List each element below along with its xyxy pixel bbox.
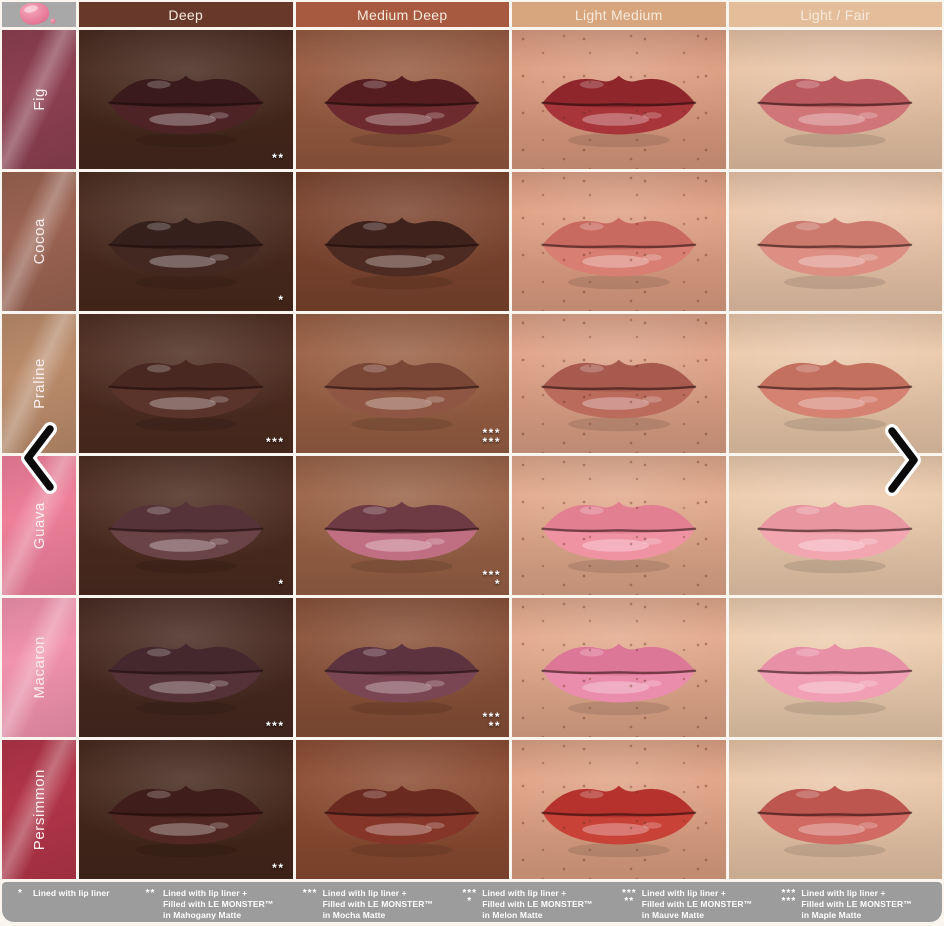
lips-illustration [310,186,494,297]
lips-illustration [743,186,927,297]
swatch-photo-persimmon-light-medium [512,740,726,879]
next-arrow-button[interactable] [878,423,926,497]
lips-illustration [94,470,278,581]
lips-illustration [310,44,494,155]
shade-match-board: DeepMedium DeepLight MediumLight / Fair F… [0,0,944,926]
footnote-text: Lined with lip liner +Filled with LE MON… [642,888,752,921]
footnote-stars: ***** [621,890,638,921]
swatch-photo-fig-medium-deep [296,30,510,169]
lips-illustration [94,328,278,439]
lips-illustration [527,186,711,297]
swatch-photo-fig-deep: ** [79,30,293,169]
liner-marks: *** [266,722,285,732]
liner-marks: *** [266,438,285,448]
row-label-text: Guava [31,502,48,549]
prev-arrow-button[interactable] [16,421,64,495]
lips-illustration [743,44,927,155]
chevron-left-icon [16,421,64,495]
liner-marks: * [278,580,284,590]
footnote-text: Lined with lip liner +Filled with LE MON… [323,888,433,921]
liner-marks: ****** [482,429,501,448]
footnote-stars: ** [142,890,159,921]
row-label-text: Cocoa [31,218,48,264]
swatch-photo-macaron-light-fair [729,598,943,737]
chevron-right-icon [878,423,926,497]
footnote-4: ****Lined with lip liner +Filled with LE… [461,888,609,921]
liner-marks: ** [272,154,284,164]
lips-illustration [94,186,278,297]
lips-illustration [94,754,278,865]
swatch-photo-praline-deep: *** [79,314,293,453]
column-header-light-medium: Light Medium [512,2,726,27]
footnote-stars: **** [461,890,478,921]
lips-illustration [527,470,711,581]
swatch-photo-macaron-light-medium [512,598,726,737]
lips-illustration [743,754,927,865]
lips-illustration [527,44,711,155]
swatch-photo-macaron-deep: *** [79,598,293,737]
row-label-text: Macaron [31,636,48,699]
lips-illustration [527,328,711,439]
footnote-stars: *** [302,890,319,921]
liner-marks: **** [482,571,501,590]
swatch-photo-cocoa-light-medium [512,172,726,311]
brand-logo-cell [2,2,76,27]
swatch-photo-fig-light-medium [512,30,726,169]
row-label-text: Persimmon [31,769,48,850]
row-label-macaron: Macaron [2,598,76,737]
swatch-photo-cocoa-light-fair [729,172,943,311]
lips-illustration [743,612,927,723]
lips-illustration [310,470,494,581]
footnote-1: * Lined with lip liner [12,888,130,899]
lips-illustration [527,754,711,865]
swatch-photo-praline-medium-deep: ****** [296,314,510,453]
row-label-text: Praline [31,358,48,409]
swatch-photo-cocoa-deep: * [79,172,293,311]
footnote-3: ***Lined with lip liner +Filled with LE … [302,888,450,921]
swatch-photo-macaron-medium-deep: ***** [296,598,510,737]
liner-marks: * [278,296,284,306]
swatch-photo-guava-medium-deep: **** [296,456,510,595]
lips-illustration [527,612,711,723]
lips-illustration [310,612,494,723]
lips-illustration [310,754,494,865]
swatch-photo-persimmon-medium-deep [296,740,510,879]
footnote-text: Lined with lip liner +Filled with LE MON… [163,888,273,921]
liner-marks: ** [272,864,284,874]
swatch-photo-fig-light-fair [729,30,943,169]
footnote-6: ******Lined with lip liner +Filled with … [780,888,928,921]
swatch-photo-persimmon-deep: ** [79,740,293,879]
swatch-photo-persimmon-light-fair [729,740,943,879]
row-label-cocoa: Cocoa [2,172,76,311]
legend-footer: *Lined with lip liner**Lined with lip li… [2,882,942,922]
row-label-text: Fig [31,88,48,111]
column-header-light-fair: Light / Fair [729,2,943,27]
lips-illustration [94,44,278,155]
column-header-medium-deep: Medium Deep [296,2,510,27]
lips-illustration [94,612,278,723]
swatch-photo-cocoa-medium-deep [296,172,510,311]
row-label-persimmon: Persimmon [2,740,76,879]
lips-illustration [310,328,494,439]
row-label-fig: Fig [2,30,76,169]
swatch-photo-praline-light-medium [512,314,726,453]
shade-grid: DeepMedium DeepLight MediumLight / Fair F… [2,2,942,879]
column-header-deep: Deep [79,2,293,27]
footnote-stars: * [12,890,29,899]
liner-marks: ***** [482,713,501,732]
footnote-text: Lined with lip liner +Filled with LE MON… [482,888,592,921]
swatch-photo-guava-deep: * [79,456,293,595]
swatch-photo-guava-light-medium [512,456,726,595]
footnote-text: Lined with lip liner +Filled with LE MON… [801,888,911,921]
footnote-5: *****Lined with lip liner +Filled with L… [621,888,769,921]
gloss-drip-swatch-icon [2,2,76,27]
footnote-2: **Lined with lip liner +Filled with LE M… [142,888,290,921]
footnote-stars: ****** [780,890,797,921]
footnote-text: Lined with lip liner [33,888,110,899]
